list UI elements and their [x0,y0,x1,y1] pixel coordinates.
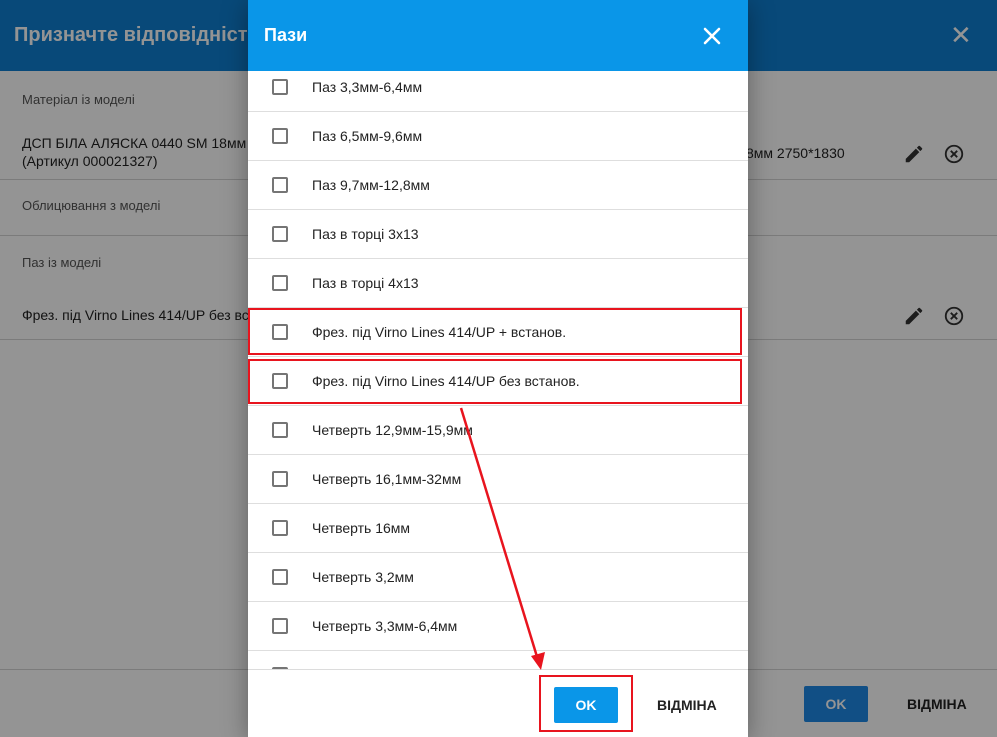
grooves-dialog: Пази Паз 3,3мм-6,4мм Паз 6,5мм-9,6мм Паз… [248,0,748,737]
list-item[interactable]: Четверть 3,2мм [248,553,748,602]
checkbox[interactable] [272,128,288,144]
list-item-label: Паз 6,5мм-9,6мм [312,128,423,144]
dialog-title: Пази [264,25,308,45]
list-item-label: Фрез. під Virno Lines 414/UP + встанов. [312,324,567,340]
dialog-header: Пази [248,0,748,71]
checkbox[interactable] [272,618,288,634]
list-item[interactable]: Четверть 3,3мм-6,4мм [248,602,748,651]
list-item[interactable]: Паз 9,7мм-12,8мм [248,161,748,210]
checkbox[interactable] [272,79,288,95]
list-item-label: Четверть 16,1мм-32мм [312,471,462,487]
checkbox[interactable] [272,422,288,438]
list-item[interactable]: Фрез. під Virno Lines 414/UP без встанов… [248,357,748,406]
checkbox[interactable] [272,324,288,340]
checkbox[interactable] [272,275,288,291]
list-item-label: Четверть 3,2мм [312,569,414,585]
checkbox[interactable] [272,373,288,389]
ok-button[interactable]: OK [554,687,618,723]
list-item[interactable]: Четверть 16мм [248,504,748,553]
checkbox[interactable] [272,471,288,487]
list-item[interactable]: Паз в торці 3х13 [248,210,748,259]
list-item-label: Паз 3,3мм-6,4мм [312,79,423,95]
list-item-label: Паз в торці 3х13 [312,226,419,242]
list-item[interactable]: Четверть 12,9мм-15,9мм [248,406,748,455]
close-icon[interactable] [700,24,724,48]
groove-list[interactable]: Паз 3,3мм-6,4мм Паз 6,5мм-9,6мм Паз 9,7м… [248,71,748,669]
list-item-label: Паз 9,7мм-12,8мм [312,177,430,193]
checkbox[interactable] [272,569,288,585]
list-item[interactable]: Четверть 16,1мм-32мм [248,455,748,504]
list-item-label: Четверть 3,3мм-6,4мм [312,618,458,634]
list-item[interactable]: Паз 6,5мм-9,6мм [248,112,748,161]
checkbox[interactable] [272,177,288,193]
cancel-button[interactable]: ВІДМІНА [657,687,717,723]
dialog-footer: OK ВІДМІНА [248,669,748,737]
list-item-label: Четверть 12,9мм-15,9мм [312,422,473,438]
list-item-label: Паз в торці 4х13 [312,275,419,291]
list-item[interactable]: Паз 3,3мм-6,4мм [248,71,748,112]
list-item-label: Фрез. під Virno Lines 414/UP без встанов… [312,373,580,389]
list-item[interactable]: Паз в торці 4х13 [248,259,748,308]
checkbox[interactable] [272,520,288,536]
checkbox[interactable] [272,226,288,242]
list-item[interactable]: Фрез. під Virno Lines 414/UP + встанов. [248,308,748,357]
list-item[interactable] [248,651,748,669]
list-item-label: Четверть 16мм [312,520,411,536]
